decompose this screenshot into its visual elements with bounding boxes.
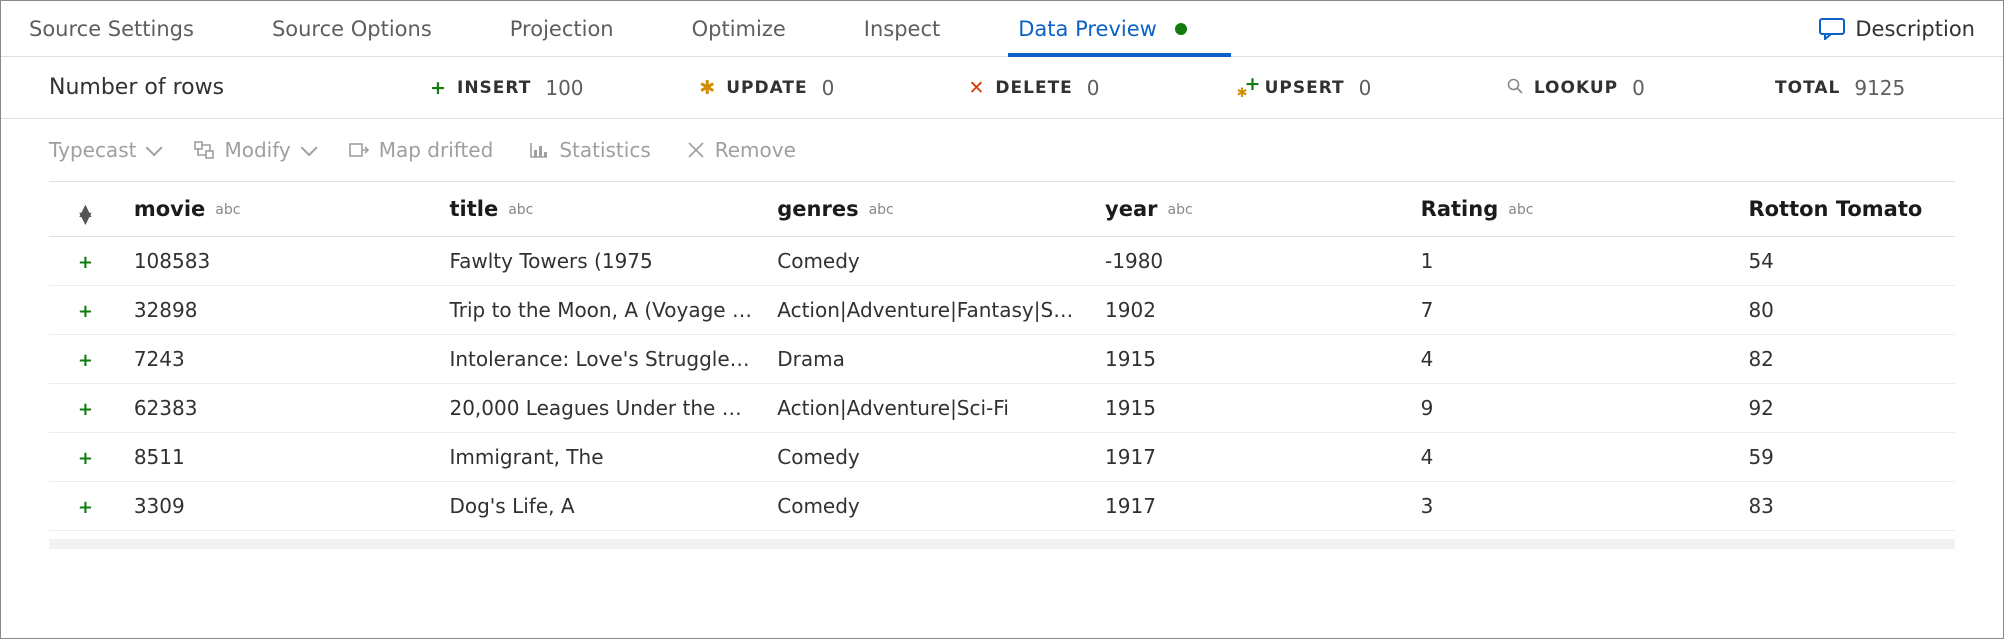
cell-genres: Comedy xyxy=(765,482,1093,531)
tab-projection[interactable]: Projection xyxy=(510,1,648,57)
cell-year: 1902 xyxy=(1093,286,1409,335)
insert-row-icon: + xyxy=(78,252,93,273)
cell-rotten-tomato: 54 xyxy=(1736,237,1955,286)
col-movie[interactable]: movieabc xyxy=(122,182,438,237)
cell-year: 1915 xyxy=(1093,335,1409,384)
cell-year: 1917 xyxy=(1093,433,1409,482)
stat-insert: + Insert 100 xyxy=(429,76,698,100)
col-year[interactable]: yearabc xyxy=(1093,182,1409,237)
col-rotten-tomato[interactable]: Rotton Tomato xyxy=(1736,182,1955,237)
col-title[interactable]: titleabc xyxy=(437,182,765,237)
tab-inspect[interactable]: Inspect xyxy=(864,1,974,57)
cell-genres: Action|Adventure|Fantasy|Sci… xyxy=(765,286,1093,335)
cell-rating: 9 xyxy=(1409,384,1737,433)
cell-year: 1915 xyxy=(1093,384,1409,433)
cell-movie: 8511 xyxy=(122,433,438,482)
cell-title: 20,000 Leagues Under the Sea xyxy=(437,384,765,433)
stat-upsert: ✱+ Upsert 0 xyxy=(1237,76,1506,100)
data-table: ▲▼ movieabc titleabc genresabc yearabc R… xyxy=(49,181,1955,531)
insert-row-icon: + xyxy=(78,301,93,322)
col-rating[interactable]: Ratingabc xyxy=(1409,182,1737,237)
table-toolbar: Typecast Modify Map drifted Statistics R… xyxy=(49,119,1955,181)
col-genres[interactable]: genresabc xyxy=(765,182,1093,237)
row-stats-bar: Number of rows + Insert 100 ✱ Update 0 ✕… xyxy=(1,57,2003,119)
asterisk-icon: ✱ xyxy=(698,77,716,99)
cell-rating: 4 xyxy=(1409,335,1737,384)
stat-delete: ✕ Delete 0 xyxy=(967,76,1236,100)
cell-year: 1917 xyxy=(1093,482,1409,531)
cell-title: Trip to the Moon, A (Voyage … xyxy=(437,286,765,335)
cell-genres: Comedy xyxy=(765,237,1093,286)
plus-icon: + xyxy=(429,77,447,99)
insert-row-icon: + xyxy=(78,350,93,371)
statistics-button[interactable]: Statistics xyxy=(529,138,650,162)
cell-movie: 7243 xyxy=(122,335,438,384)
cell-rotten-tomato: 80 xyxy=(1736,286,1955,335)
cell-movie: 108583 xyxy=(122,237,438,286)
tab-source-options[interactable]: Source Options xyxy=(272,1,466,57)
insert-row-icon: + xyxy=(78,399,93,420)
description-button[interactable]: Description xyxy=(1819,17,1975,41)
cell-genres: Comedy xyxy=(765,433,1093,482)
map-drifted-icon xyxy=(349,141,369,159)
sort-column[interactable]: ▲▼ xyxy=(49,182,122,237)
insert-row-icon: + xyxy=(78,448,93,469)
map-drifted-button[interactable]: Map drifted xyxy=(349,138,494,162)
insert-row-icon: + xyxy=(78,497,93,518)
tab-source-settings[interactable]: Source Settings xyxy=(29,1,228,57)
tab-data-preview[interactable]: Data Preview xyxy=(1018,1,1221,57)
cell-movie: 3309 xyxy=(122,482,438,531)
cell-title: Dog's Life, A xyxy=(437,482,765,531)
remove-icon xyxy=(687,141,705,159)
cell-title: Fawlty Towers (1975 xyxy=(437,237,765,286)
chevron-down-icon xyxy=(300,139,317,156)
stat-update: ✱ Update 0 xyxy=(698,76,967,100)
table-row[interactable]: +108583Fawlty Towers (1975Comedy-1980154 xyxy=(49,237,1955,286)
cell-movie: 62383 xyxy=(122,384,438,433)
typecast-button[interactable]: Typecast xyxy=(49,138,158,162)
stat-lookup: Lookup 0 xyxy=(1506,76,1775,100)
table-row[interactable]: +3309Dog's Life, AComedy1917383 xyxy=(49,482,1955,531)
cell-rotten-tomato: 83 xyxy=(1736,482,1955,531)
cell-rating: 3 xyxy=(1409,482,1737,531)
rows-label: Number of rows xyxy=(49,75,429,100)
cell-rating: 1 xyxy=(1409,237,1737,286)
tab-optimize[interactable]: Optimize xyxy=(692,1,820,57)
x-icon: ✕ xyxy=(967,77,985,99)
cell-rating: 4 xyxy=(1409,433,1737,482)
modify-button[interactable]: Modify xyxy=(194,138,312,162)
table-row[interactable]: +7243Intolerance: Love's Struggle …Drama… xyxy=(49,335,1955,384)
table-row[interactable]: +6238320,000 Leagues Under the SeaAction… xyxy=(49,384,1955,433)
cell-year: -1980 xyxy=(1093,237,1409,286)
sort-icon: ▲▼ xyxy=(79,206,91,222)
stat-total: Total 9125 xyxy=(1775,76,1975,100)
description-label: Description xyxy=(1855,17,1975,41)
cell-movie: 32898 xyxy=(122,286,438,335)
cell-rotten-tomato: 82 xyxy=(1736,335,1955,384)
cell-title: Immigrant, The xyxy=(437,433,765,482)
cell-rotten-tomato: 92 xyxy=(1736,384,1955,433)
statistics-icon xyxy=(529,141,549,159)
chevron-down-icon xyxy=(146,139,163,156)
cell-rotten-tomato: 59 xyxy=(1736,433,1955,482)
upsert-icon: ✱+ xyxy=(1237,77,1255,99)
status-dot-icon xyxy=(1175,23,1187,35)
table-row[interactable]: +32898Trip to the Moon, A (Voyage …Actio… xyxy=(49,286,1955,335)
modify-icon xyxy=(194,141,214,159)
comment-icon xyxy=(1819,18,1845,40)
tab-bar: Source Settings Source Options Projectio… xyxy=(1,1,2003,57)
search-icon xyxy=(1506,77,1524,99)
horizontal-scrollbar[interactable] xyxy=(49,539,1955,549)
table-row[interactable]: +8511Immigrant, TheComedy1917459 xyxy=(49,433,1955,482)
table-header-row: ▲▼ movieabc titleabc genresabc yearabc R… xyxy=(49,182,1955,237)
remove-button[interactable]: Remove xyxy=(687,138,796,162)
cell-title: Intolerance: Love's Struggle … xyxy=(437,335,765,384)
cell-genres: Action|Adventure|Sci-Fi xyxy=(765,384,1093,433)
cell-genres: Drama xyxy=(765,335,1093,384)
cell-rating: 7 xyxy=(1409,286,1737,335)
